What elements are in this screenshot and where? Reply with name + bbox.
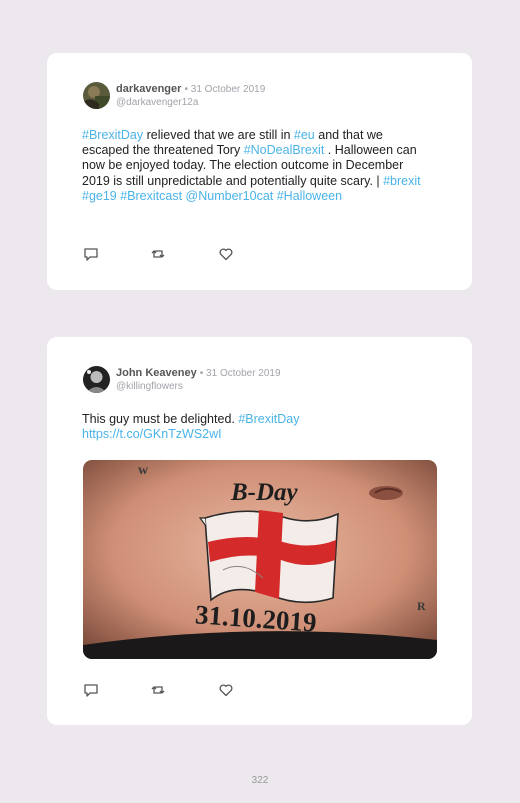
tweet-date: • 31 October 2019 [184, 84, 266, 95]
tweet-image[interactable]: w R B-Day 31.10.2019 [83, 460, 437, 659]
tweet-author[interactable]: John Keaveney • 31 October 2019 [116, 367, 281, 379]
hashtag[interactable]: #BrexitDay [82, 128, 143, 142]
like-icon[interactable] [218, 682, 234, 703]
tweet-text-segment: relieved that we are still in [143, 128, 294, 142]
svg-text:w: w [138, 463, 149, 478]
hashtag[interactable]: #eu [294, 128, 315, 142]
tweet-card: John Keaveney • 31 October 2019 @killing… [47, 337, 472, 725]
tweet-text: This guy must be delighted. #BrexitDay h… [82, 412, 427, 442]
avatar[interactable] [83, 82, 110, 109]
retweet-icon[interactable] [150, 246, 166, 267]
tweet-text-segment: This guy must be delighted. [82, 412, 239, 426]
tweet-card: darkavenger • 31 October 2019 @darkaveng… [47, 53, 472, 290]
tattoo-title: B-Day [230, 479, 299, 506]
hashtag[interactable]: #NoDealBrexit [244, 143, 325, 157]
reply-icon[interactable] [83, 682, 99, 703]
like-icon[interactable] [218, 246, 234, 267]
avatar[interactable] [83, 366, 110, 393]
page-number: 322 [251, 775, 269, 786]
user-handle[interactable]: @killingflowers [116, 381, 183, 392]
hashtag[interactable]: #BrexitDay [238, 412, 299, 426]
retweet-icon[interactable] [150, 682, 166, 703]
tweet-actions [83, 246, 253, 262]
tweet-date: • 31 October 2019 [199, 368, 281, 379]
display-name[interactable]: darkavenger [116, 83, 181, 95]
tweet-link[interactable]: https://t.co/GKnTzWS2wI [82, 427, 222, 441]
tweet-actions [83, 682, 253, 698]
user-handle[interactable]: @darkavenger12a [116, 97, 198, 108]
tweet-author[interactable]: darkavenger • 31 October 2019 [116, 83, 265, 95]
display-name[interactable]: John Keaveney [116, 367, 197, 379]
tweet-text: #BrexitDay relieved that we are still in… [82, 128, 427, 204]
reply-icon[interactable] [83, 246, 99, 267]
svg-text:R: R [417, 599, 426, 613]
